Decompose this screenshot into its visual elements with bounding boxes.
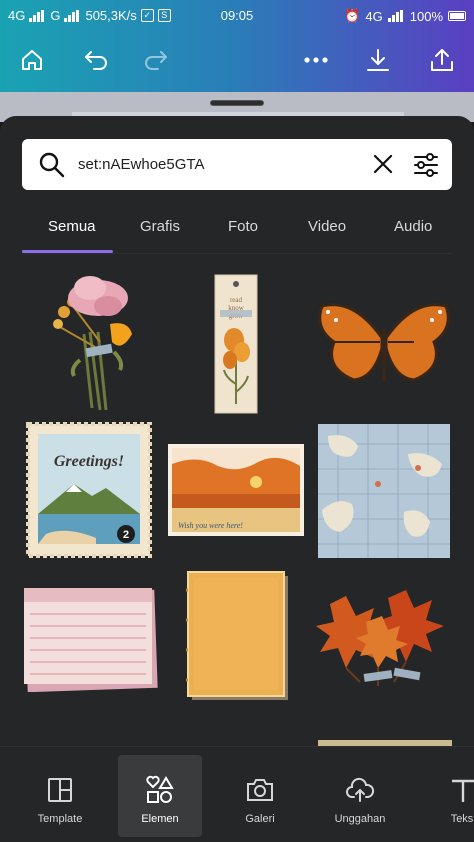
stamp-title: Greetings! xyxy=(54,453,124,470)
element-orange-notebook[interactable] xyxy=(186,570,290,702)
signal-icon-3 xyxy=(387,10,403,22)
tab-video[interactable]: Video xyxy=(308,218,346,235)
nav-galeri-label: Galeri xyxy=(245,813,275,825)
stamp-number: 2 xyxy=(123,529,129,541)
nav-elemen[interactable]: Elemen xyxy=(118,755,202,837)
tab-grafis[interactable]: Grafis xyxy=(140,218,180,235)
tab-foto[interactable]: Foto xyxy=(228,218,258,235)
alarm-icon: ⏰ xyxy=(344,8,361,23)
editor-toolbar xyxy=(0,40,474,80)
undo-icon[interactable] xyxy=(76,40,116,80)
search-bar xyxy=(22,139,452,190)
upload-cloud-icon xyxy=(345,775,375,805)
nav-unggahan[interactable]: Unggahan xyxy=(318,755,402,837)
nav-elemen-label: Elemen xyxy=(141,813,179,825)
postcard-text: Wish you were here! xyxy=(178,521,243,530)
share-icon[interactable] xyxy=(422,40,462,80)
nav-galeri[interactable]: Galeri xyxy=(218,755,302,837)
element-bookmark[interactable]: read know grow xyxy=(214,274,258,414)
element-greetings-stamp[interactable]: Greetings! 2 xyxy=(26,422,152,558)
search-input[interactable] xyxy=(78,151,358,177)
nav-teks-label: Teks xyxy=(450,813,474,825)
element-flower-bouquet[interactable] xyxy=(40,272,140,414)
nav-unggahan-label: Unggahan xyxy=(334,813,386,825)
battery-icon xyxy=(448,11,466,21)
tabs-divider xyxy=(22,253,452,254)
download-icon[interactable] xyxy=(358,40,398,80)
element-autumn-leaves[interactable] xyxy=(316,586,452,692)
nav-template-label: Template xyxy=(37,813,83,825)
network-label-right: 4G xyxy=(365,8,383,24)
svg-text:read: read xyxy=(230,296,243,304)
camera-icon xyxy=(245,775,275,805)
search-icon[interactable] xyxy=(38,151,66,184)
app-header: 4G G 505,3K/s ✓ S 09:05 ⏰ 4G 100% xyxy=(0,0,474,92)
battery-percent: 100% xyxy=(409,8,443,24)
home-icon[interactable] xyxy=(12,40,52,80)
template-icon xyxy=(45,775,75,805)
tab-audio[interactable]: Audio xyxy=(394,218,432,235)
more-horizontal-icon[interactable] xyxy=(296,40,336,80)
bottom-navigation: Template Elemen Galeri Unggahan Teks xyxy=(0,746,474,842)
tab-semua[interactable]: Semua xyxy=(48,218,96,235)
close-icon[interactable] xyxy=(372,153,394,180)
nav-template[interactable]: Template xyxy=(18,755,102,837)
nav-teks[interactable]: Teks xyxy=(418,755,474,837)
element-butterfly[interactable] xyxy=(314,298,454,388)
filter-sliders-icon[interactable] xyxy=(412,151,440,184)
element-lined-note-cards[interactable] xyxy=(22,584,158,693)
text-icon xyxy=(448,775,474,805)
element-sunset-postcard[interactable]: Wish you were here! xyxy=(168,444,304,536)
redo-icon[interactable] xyxy=(136,40,176,80)
status-bar: 4G G 505,3K/s ✓ S 09:05 ⏰ 4G 100% xyxy=(0,0,474,32)
elements-icon xyxy=(145,775,175,805)
element-world-map[interactable] xyxy=(318,424,450,558)
drag-handle[interactable] xyxy=(210,100,264,106)
